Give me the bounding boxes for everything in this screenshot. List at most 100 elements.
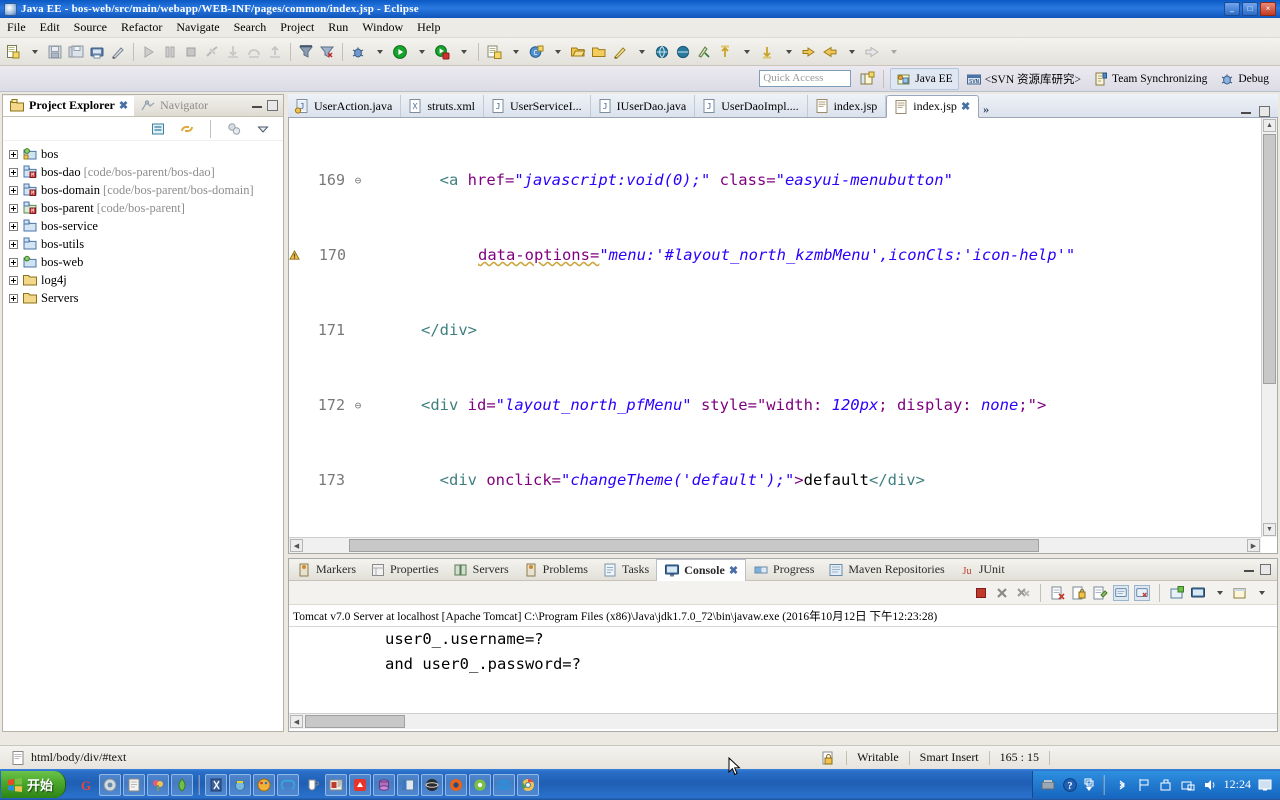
scroll-left-icon[interactable]: ◀ [290,715,303,728]
menu-window[interactable]: Window [355,18,410,37]
tree-item[interactable]: bos-service [9,217,283,235]
expand-icon[interactable] [9,293,18,303]
remove-launch-icon[interactable] [994,585,1010,601]
tree-item[interactable]: bos-web [9,253,283,271]
new-wizard-icon[interactable] [3,41,23,63]
taskbar-app-14-icon[interactable] [397,773,420,796]
perspective-svn[interactable]: SVN <SVN 资源库研究> [961,69,1086,89]
back-icon[interactable] [820,41,840,63]
taskbar-app-1-icon[interactable]: G [75,774,97,796]
menu-search[interactable]: Search [227,18,274,37]
scroll-right-icon[interactable]: ▶ [1247,539,1260,552]
taskbar-app-10-icon[interactable] [301,774,323,796]
perspective-debug[interactable]: Debug [1214,69,1274,89]
maximize-view-icon[interactable] [267,100,278,111]
code-editor[interactable]: 169 ⊖ <a href="javascript:void(0);" class… [288,118,1278,554]
close-icon[interactable]: ✖ [119,99,128,112]
print-icon[interactable] [87,41,107,63]
editor-tab-index-jsp-active[interactable]: index.jsp ✖ [886,95,980,118]
scroll-lock-icon[interactable] [1071,585,1087,601]
new-java-package-icon[interactable] [484,41,504,63]
start-button[interactable]: 开始 [1,771,67,798]
expand-icon[interactable] [9,185,18,195]
display-console-dropdown-icon[interactable] [1211,585,1227,601]
taskbar-app-18-icon[interactable] [493,773,516,796]
run-external-tools-icon[interactable] [432,41,452,63]
remove-all-terminated-icon[interactable] [1015,585,1031,601]
taskbar-app-5-icon[interactable] [171,773,194,796]
minimize-console-icon[interactable] [1244,568,1254,572]
debug-icon[interactable] [348,41,368,63]
display-selected-console-icon[interactable] [1113,584,1129,601]
expand-icon[interactable] [9,167,18,177]
scroll-left-icon[interactable]: ◀ [290,539,303,552]
minimize-view-icon[interactable] [252,104,262,108]
link-with-editor-icon[interactable] [177,118,197,140]
expand-icon[interactable] [9,221,18,231]
tab-navigator[interactable]: Navigator [134,96,214,116]
run-icon[interactable] [390,41,410,63]
minimize-button[interactable]: _ [1224,2,1240,16]
maximize-console-icon[interactable] [1260,564,1271,575]
taskbar-app-3-icon[interactable] [123,773,146,796]
open-resource-icon[interactable] [589,41,609,63]
taskbar-app-11-icon[interactable] [325,773,348,796]
pin-console-icon[interactable] [1092,585,1108,601]
globe-icon-2[interactable] [673,41,693,63]
close-icon[interactable]: ✖ [961,100,970,113]
tray-expand-icon[interactable] [1084,778,1094,791]
open-console-icon[interactable] [1134,584,1150,601]
clear-console-icon[interactable] [1050,585,1066,601]
tree-item[interactable]: bos-utils [9,235,283,253]
console-horizontal-scrollbar[interactable]: ◀ [289,713,1277,729]
menu-run[interactable]: Run [321,18,355,37]
expand-icon[interactable] [9,257,18,267]
vertical-scroll-thumb[interactable] [1263,134,1276,384]
toggle-mark-occurrences-icon[interactable] [108,41,128,63]
tree-item[interactable]: M bos-dao [code/bos-parent/bos-dao] [9,163,283,181]
tree-item[interactable]: Servers [9,289,283,307]
quick-access-input[interactable]: Quick Access [759,70,852,87]
expand-icon[interactable] [9,275,18,285]
expand-icon[interactable] [9,149,18,159]
taskbar-app-17-icon[interactable] [469,773,492,796]
next-annotation-dropdown-icon[interactable] [778,41,798,63]
collapse-all-icon[interactable] [148,118,168,140]
search-dropdown-icon[interactable] [631,41,651,63]
editor-tab-userservicei[interactable]: J UserServiceI... [484,95,591,117]
close-icon[interactable]: ✖ [729,564,738,577]
close-button[interactable]: × [1260,2,1276,16]
menu-edit[interactable]: Edit [33,18,67,37]
console-menu-dropdown-icon[interactable] [1253,585,1269,601]
new-wizard-dropdown-icon[interactable] [24,41,44,63]
globe-search-icon[interactable] [652,41,672,63]
perspective-team-synchronizing[interactable]: Team Synchronizing [1088,69,1212,89]
taskbar-app-6-icon[interactable] [205,773,228,796]
taskbar-app-7-icon[interactable] [229,773,252,796]
editor-tabs-overflow-icon[interactable]: » [983,102,989,117]
taskbar-app-9-icon[interactable] [277,773,300,796]
menu-file[interactable]: File [0,18,33,37]
horizontal-scroll-thumb[interactable] [305,715,405,728]
editor-horizontal-scrollbar[interactable]: ◀ ▶ [289,537,1261,553]
tree-item[interactable]: log4j [9,271,283,289]
external-tools-dropdown-icon[interactable] [453,41,473,63]
tree-item[interactable]: bos [9,145,283,163]
filter-icon[interactable] [317,41,337,63]
display-console-icon[interactable] [1190,585,1206,601]
tab-servers[interactable]: Servers [446,560,516,580]
menu-project[interactable]: Project [273,18,321,37]
last-edit-location-icon[interactable] [799,41,819,63]
taskbar-app-16-icon[interactable] [445,773,468,796]
taskbar-clock[interactable]: 12:24 [1224,777,1251,792]
focus-on-active-task-icon[interactable] [224,118,244,140]
run-dropdown-icon[interactable] [411,41,431,63]
menu-help[interactable]: Help [410,18,447,37]
skip-breakpoints-icon[interactable] [296,41,316,63]
new-class-dropdown-icon[interactable] [547,41,567,63]
back-dropdown-icon[interactable] [841,41,861,63]
new-class-icon[interactable]: C [526,41,546,63]
open-console-menu-icon[interactable] [1232,585,1248,601]
tree-item[interactable]: M bos-domain [code/bos-parent/bos-domain… [9,181,283,199]
code-lines[interactable]: 169 ⊖ <a href="javascript:void(0);" class… [289,118,1261,537]
